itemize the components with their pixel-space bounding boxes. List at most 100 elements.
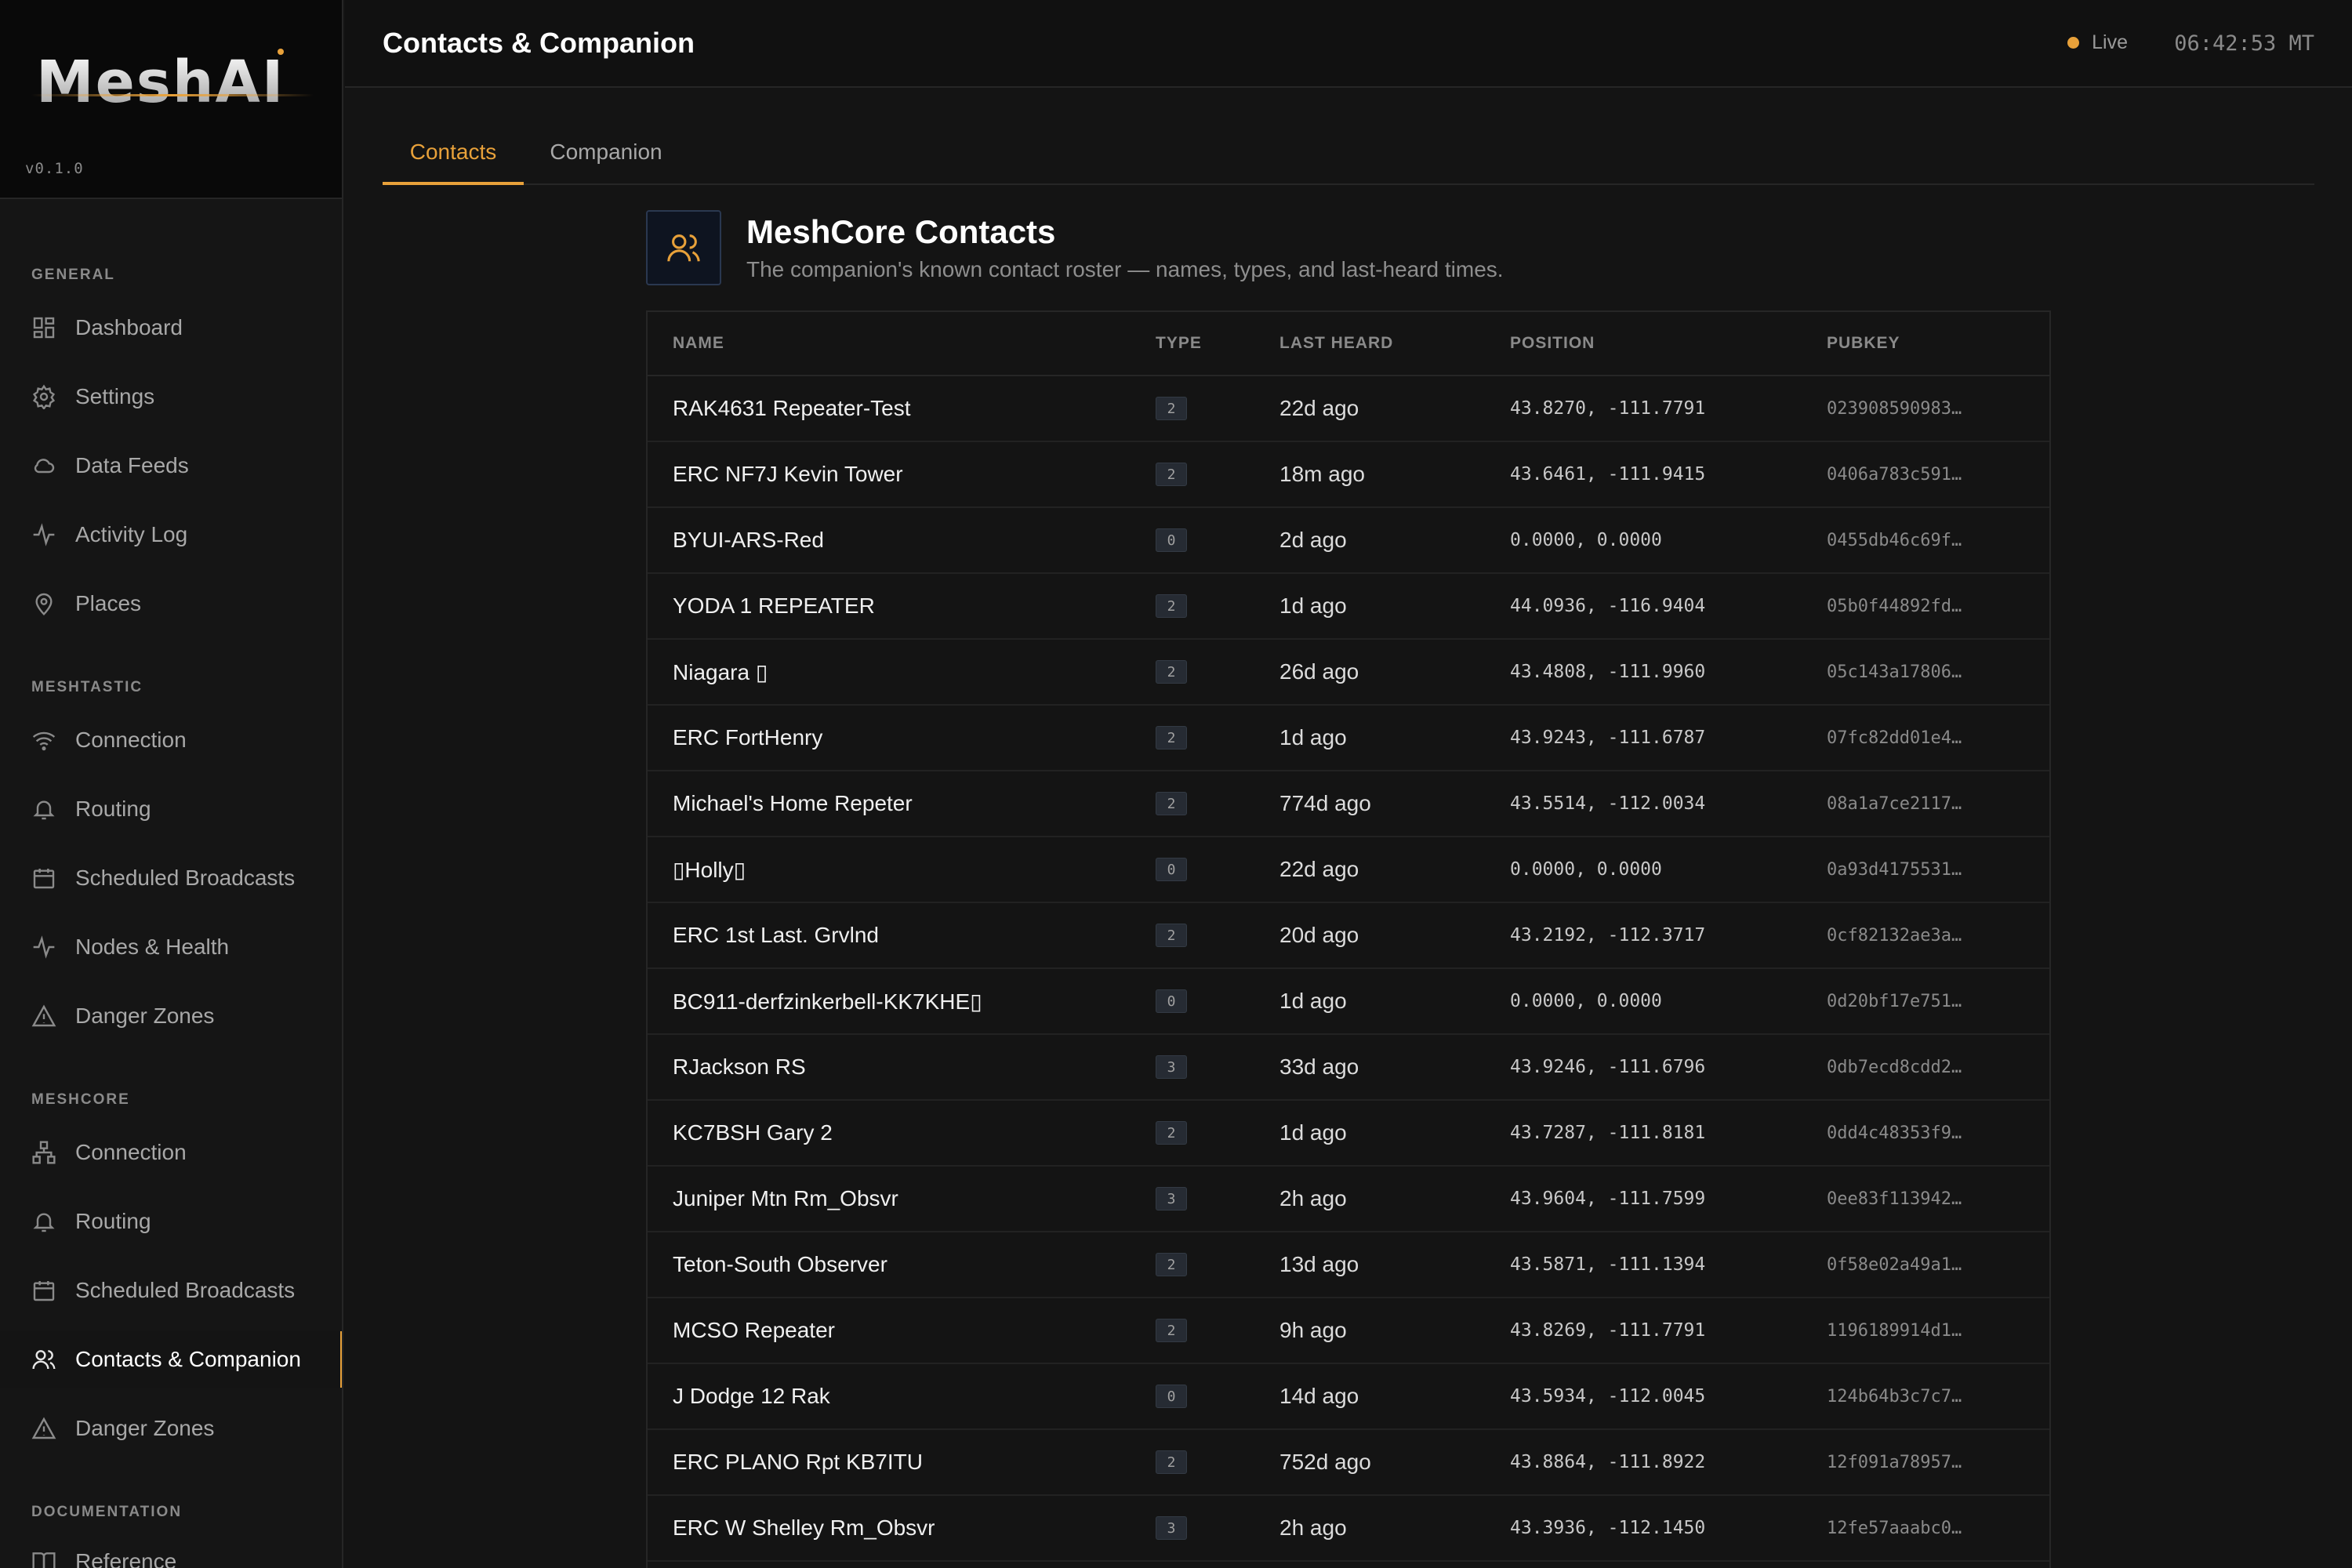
contact-type: 2	[1156, 792, 1187, 815]
type-badge: 2	[1156, 1253, 1187, 1276]
column-header-name[interactable]: NAME	[673, 334, 724, 353]
contact-last-heard: 9h ago	[1279, 1318, 1347, 1342]
contact-name: ERC W Shelley Rm_Obsvr	[673, 1515, 935, 1540]
live-status: Live	[2067, 31, 2128, 54]
contact-last-heard: 1d ago	[1279, 1120, 1347, 1145]
nav-item-places[interactable]: Places	[0, 575, 342, 632]
nav-item-meshcore-routing[interactable]: Routing	[0, 1193, 342, 1250]
table-row[interactable]: ERC NF7J Kevin Tower 2 18m ago 43.6461, -11…	[648, 442, 2049, 508]
table-header: NAME TYPE LAST HEARD POSITION PUBKEY	[648, 312, 2049, 376]
table-row[interactable]: BC911-derfzinkerbell-KK7KHE▯ 0 1d ago 0.000…	[648, 969, 2049, 1035]
contact-pubkey: 124b64b3c7c7…	[1827, 1386, 1962, 1406]
table-row[interactable]: KC7BSH Gary 2 2 1d ago 43.7287, -111.8181 0d…	[648, 1101, 2049, 1167]
nav-item-meshcore-danger-zones[interactable]: Danger Zones	[0, 1400, 342, 1457]
table-row[interactable]: J Dodge 12 Rak 0 14d ago 43.5934, -112.0045…	[648, 1364, 2049, 1430]
nav-item-activity-log[interactable]: Activity Log	[0, 506, 342, 563]
table-row[interactable]: ERC 1st Last. Grvlnd 2 20d ago 43.2192, -11…	[648, 903, 2049, 969]
table-row[interactable]: ERC W Shelley Rm_Obsvr 3 2h ago 43.3936, -1…	[648, 1496, 2049, 1562]
contact-pubkey: 0dd4c48353f9…	[1827, 1123, 1962, 1143]
contact-name: J Dodge 12 Rak	[673, 1384, 830, 1408]
book-icon	[31, 1549, 56, 1568]
column-header-position[interactable]: POSITION	[1510, 334, 1595, 353]
contact-type: 2	[1156, 1121, 1187, 1145]
nav-label: Routing	[75, 1209, 151, 1233]
contact-name: Juniper Mtn Rm_Obsvr	[673, 1186, 898, 1210]
contact-name: RJackson RS	[673, 1054, 806, 1079]
nav-item-reference[interactable]: Reference	[0, 1534, 342, 1568]
nav-item-meshtastic-connection[interactable]: Connection	[0, 712, 342, 768]
contact-last-heard: 2d ago	[1279, 528, 1347, 552]
contact-type: 0	[1156, 858, 1187, 881]
type-badge: 2	[1156, 1450, 1187, 1474]
nav-section-documentation: DOCUMENTATION	[31, 1504, 183, 1520]
table-row[interactable]: Juniper Mtn Rm_Obsvr 3 2h ago 43.9604, -111…	[648, 1167, 2049, 1232]
contact-type: 0	[1156, 989, 1187, 1013]
table-row[interactable]: MCSO Repeater 2 9h ago 43.8269, -111.7791 11…	[648, 1298, 2049, 1364]
table-row[interactable]: RJackson RS 3 33d ago 43.9246, -111.6796 0db…	[648, 1035, 2049, 1101]
contact-position: 43.5514, -112.0034	[1510, 793, 1706, 814]
contact-last-heard: 26d ago	[1279, 659, 1359, 684]
contact-position: 43.4808, -111.9960	[1510, 662, 1706, 682]
cloud-icon	[31, 453, 56, 478]
nav-label: Danger Zones	[75, 1416, 215, 1440]
nav-item-meshtastic-scheduled-broadcasts[interactable]: Scheduled Broadcasts	[0, 850, 342, 906]
brand-area: MeshAI v0.1.0	[0, 0, 342, 199]
tab-contacts[interactable]: Contacts	[383, 140, 524, 185]
contact-name: Niagara ▯	[673, 659, 768, 684]
contact-last-heard: 20d ago	[1279, 923, 1359, 947]
nav-label: Scheduled Broadcasts	[75, 866, 296, 890]
contact-type: 0	[1156, 1385, 1187, 1408]
contact-last-heard: 22d ago	[1279, 396, 1359, 420]
nav-item-dashboard[interactable]: Dashboard	[0, 299, 342, 356]
contact-name: BC911-derfzinkerbell-KK7KHE▯	[673, 989, 982, 1014]
table-row[interactable]: Michael's Home Repeter 2 774d ago 43.5514, …	[648, 771, 2049, 837]
users-icon	[31, 1347, 56, 1372]
contact-name: YODA 1 REPEATER	[673, 593, 875, 618]
nav-item-nodes-health[interactable]: Nodes & Health	[0, 919, 342, 975]
column-header-last-heard[interactable]: LAST HEARD	[1279, 334, 1393, 353]
nav-item-meshcore-scheduled-broadcasts[interactable]: Scheduled Broadcasts	[0, 1262, 342, 1319]
nav-item-meshtastic-danger-zones[interactable]: Danger Zones	[0, 988, 342, 1044]
contact-position: 43.8864, -111.8922	[1510, 1452, 1706, 1472]
contact-last-heard: 752d ago	[1279, 1450, 1371, 1474]
nav-item-meshcore-connection[interactable]: Connection	[0, 1124, 342, 1181]
contact-position: 43.7287, -111.8181	[1510, 1123, 1706, 1143]
activity-icon	[31, 522, 56, 547]
contact-position: 43.9243, -111.6787	[1510, 728, 1706, 748]
nav-item-data-feeds[interactable]: Data Feeds	[0, 437, 342, 494]
nav-label: Settings	[75, 384, 155, 408]
table-row[interactable]: Niagara ▯ 2 26d ago 43.4808, -111.9960 05c14…	[648, 640, 2049, 706]
type-badge: 0	[1156, 858, 1187, 881]
type-badge: 2	[1156, 1319, 1187, 1342]
column-header-type[interactable]: TYPE	[1156, 334, 1202, 353]
tab-bar: Contacts Companion	[383, 132, 2314, 185]
nav-item-contacts-companion[interactable]: Contacts & Companion	[0, 1331, 342, 1388]
map-pin-icon	[31, 591, 56, 616]
nav-section-meshtastic: MESHTASTIC	[31, 679, 143, 695]
contact-last-heard: 2h ago	[1279, 1186, 1347, 1210]
contact-type: 2	[1156, 660, 1187, 684]
column-header-pubkey[interactable]: PUBKEY	[1827, 334, 1900, 353]
contact-pubkey: 1196189914d1…	[1827, 1320, 1962, 1341]
table-row[interactable]: ERC FortHenry 2 1d ago 43.9243, -111.6787 07…	[648, 706, 2049, 771]
nav-label: Activity Log	[75, 522, 188, 546]
meshai-logo[interactable]: MeshAI	[31, 45, 314, 116]
table-row[interactable]: YODA 1 REPEATER 2 1d ago 44.0936, -116.9404…	[648, 574, 2049, 640]
contact-last-heard: 774d ago	[1279, 791, 1371, 815]
table-row[interactable]: BYUI-ARS-Red 0 2d ago 0.0000, 0.0000 0455db4…	[648, 508, 2049, 574]
contact-position: 43.2192, -112.3717	[1510, 925, 1706, 946]
table-row[interactable]: RAK4631 Repeater-Test 2 22d ago 43.8270, -1…	[648, 376, 2049, 442]
contact-pubkey: 0cf82132ae3a…	[1827, 925, 1962, 946]
nav-item-settings[interactable]: Settings	[0, 368, 342, 425]
wifi-icon	[31, 728, 56, 753]
table-row[interactable]: ▯Holly▯ 0 22d ago 0.0000, 0.0000 0a93d417553…	[648, 837, 2049, 903]
contact-type: 0	[1156, 528, 1187, 552]
contact-position: 0.0000, 0.0000	[1510, 859, 1662, 880]
users-icon	[667, 234, 700, 262]
nav-item-meshtastic-routing[interactable]: Routing	[0, 781, 342, 837]
type-badge: 2	[1156, 726, 1187, 750]
tab-companion[interactable]: Companion	[533, 140, 679, 185]
table-row[interactable]: Teton-South Observer 2 13d ago 43.5871, -11…	[648, 1232, 2049, 1298]
table-row[interactable]: ERC PLANO Rpt KB7ITU 2 752d ago 43.8864, -1…	[648, 1430, 2049, 1496]
section-title: MeshCore Contacts	[746, 213, 1056, 250]
